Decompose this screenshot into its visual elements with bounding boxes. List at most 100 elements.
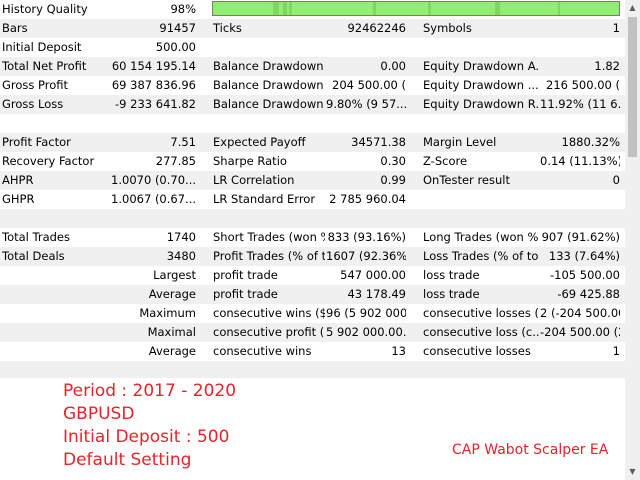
history-quality-value: 98% xyxy=(170,2,196,16)
vertical-scrollbar[interactable]: ▲ ▼ xyxy=(625,0,640,480)
max-consec-wins-label: consecutive wins ($) xyxy=(213,306,325,320)
largest-loss-label: loss trade xyxy=(423,268,480,282)
row-initial-deposit: Initial Deposit 500.00 xyxy=(0,38,625,57)
scroll-down-icon[interactable]: ▼ xyxy=(625,464,640,480)
row-bars: Bars 91457 Ticks 92462246 Symbols 1 xyxy=(0,19,625,38)
overlay-symbol: GBPUSD xyxy=(63,404,135,424)
profit-factor-value: 7.51 xyxy=(170,135,196,149)
largest-label: Largest xyxy=(153,268,196,282)
avg-consec-wins-label: consecutive wins xyxy=(213,344,312,358)
loss-trades-value: 133 (7.64%) xyxy=(548,249,620,263)
balance-dd-rel-value: 9.80% (9 57... xyxy=(326,97,406,111)
average-loss-value: -69 425.88 xyxy=(557,287,620,301)
initial-deposit-value: 500.00 xyxy=(155,40,196,54)
short-trades-value: 833 (93.16%) xyxy=(327,230,406,244)
gross-profit-value: 69 387 836.96 xyxy=(111,78,196,92)
z-score-label: Z-Score xyxy=(423,154,468,168)
quality-bar-segment xyxy=(495,2,500,15)
ticks-label: Ticks xyxy=(213,21,242,35)
row-average-consecutive: Average consecutive wins 13 consecutive … xyxy=(0,342,625,361)
max-consec-losses-value: 2 (-204 500.00) xyxy=(540,306,620,320)
equity-dd-rel-label: Equity Drawdown R... xyxy=(423,97,539,111)
average-consec-label: Average xyxy=(148,344,196,358)
row-recovery-factor: Recovery Factor 277.85 Sharpe Ratio 0.30… xyxy=(0,152,625,171)
scrollbar-thumb[interactable] xyxy=(628,17,637,157)
average-profit-value: 43 178.49 xyxy=(347,287,406,301)
equity-dd-max-label: Equity Drawdown ... xyxy=(423,78,539,92)
expected-payoff-label: Expected Payoff xyxy=(213,135,306,149)
profit-trades-value: 1607 (92.36%) xyxy=(326,249,406,263)
margin-level-value: 1880.32% xyxy=(561,135,620,149)
loss-trades-label: Loss Trades (% of to... xyxy=(423,249,539,263)
gross-loss-value: -9 233 641.82 xyxy=(115,97,196,111)
balance-dd-max-label: Balance Drawdown ... xyxy=(213,78,325,92)
balance-dd-max-value: 204 500.00 ( xyxy=(332,78,406,92)
profit-trades-label: Profit Trades (% of t... xyxy=(213,249,325,263)
row-gross-profit: Gross Profit 69 387 836.96 Balance Drawd… xyxy=(0,76,625,95)
maximal-consec-loss-label: consecutive loss (c... xyxy=(423,325,539,339)
maximal-label: Maximal xyxy=(147,325,196,339)
largest-loss-value: -105 500.00 xyxy=(550,268,620,282)
avg-consec-wins-value: 13 xyxy=(391,344,406,358)
lr-standard-error-label: LR Standard Error xyxy=(213,192,316,206)
average-loss-label: loss trade xyxy=(423,287,480,301)
lr-correlation-value: 0.99 xyxy=(380,173,406,187)
average-label: Average xyxy=(148,287,196,301)
balance-dd-abs-label: Balance Drawdown ... xyxy=(213,59,325,73)
scroll-up-icon[interactable]: ▲ xyxy=(625,0,640,16)
row-profit-factor: Profit Factor 7.51 Expected Payoff 34571… xyxy=(0,133,625,152)
row-history-quality: History Quality 98% xyxy=(0,0,625,19)
overlay-setting: Default Setting xyxy=(63,450,192,470)
report-table: History Quality 98% Bars 91457 Ticks 924… xyxy=(0,0,625,380)
row-largest: Largest profit trade 547 000.00 loss tra… xyxy=(0,266,625,285)
largest-profit-label: profit trade xyxy=(213,268,278,282)
equity-dd-abs-value: 1.82 xyxy=(594,59,620,73)
lr-correlation-label: LR Correlation xyxy=(213,173,295,187)
maximum-label: Maximum xyxy=(139,306,196,320)
overlay-note: Period : 2017 - 2020 GBPUSD Initial Depo… xyxy=(63,380,236,472)
row-maximum: Maximum consecutive wins ($) 96 (5 902 0… xyxy=(0,304,625,323)
row-ghpr: GHPR 1.0067 (0.67... LR Standard Error 2… xyxy=(0,190,625,209)
maximal-consec-profit-value: 5 902 000.00... xyxy=(326,325,406,339)
history-quality-bar xyxy=(212,1,620,16)
recovery-factor-value: 277.85 xyxy=(155,154,196,168)
ontester-result-label: OnTester result xyxy=(423,173,510,187)
overlay-period: Period : 2017 - 2020 xyxy=(63,381,237,401)
overlay-deposit: Initial Deposit : 500 xyxy=(63,427,230,447)
largest-profit-value: 547 000.00 xyxy=(340,268,406,282)
lr-standard-error-value: 2 785 960.04 xyxy=(329,192,406,206)
overlay-brand: CAP Wabot Scalper EA xyxy=(452,442,609,458)
quality-bar-segment xyxy=(273,2,279,15)
average-profit-label: profit trade xyxy=(213,287,278,301)
avg-consec-losses-value: 1 xyxy=(612,344,620,358)
quality-bar-segment xyxy=(289,2,292,15)
equity-dd-rel-value: 11.92% (11 6... xyxy=(540,97,620,111)
expected-payoff-value: 34571.38 xyxy=(351,135,406,149)
balance-dd-rel-label: Balance Drawdown ... xyxy=(213,97,325,111)
bars-value: 91457 xyxy=(159,21,196,35)
row-average: Average profit trade 43 178.49 loss trad… xyxy=(0,285,625,304)
total-trades-value: 1740 xyxy=(166,230,196,244)
maximal-consec-loss-value: -204 500.00 (2) xyxy=(540,325,620,339)
ticks-value: 92462246 xyxy=(347,21,406,35)
quality-bar-segment xyxy=(373,2,376,15)
equity-dd-abs-label: Equity Drawdown A... xyxy=(423,59,539,73)
row-spacer xyxy=(0,114,625,133)
row-ahpr: AHPR 1.0070 (0.70... LR Correlation 0.99… xyxy=(0,171,625,190)
ghpr-value: 1.0067 (0.67... xyxy=(111,192,196,206)
max-consec-losses-label: consecutive losses ($) xyxy=(423,306,539,320)
row-total-trades: Total Trades 1740 Short Trades (won %) 8… xyxy=(0,228,625,247)
margin-level-label: Margin Level xyxy=(423,135,497,149)
equity-dd-max-value: 216 500.00 ( xyxy=(546,78,620,92)
sharpe-ratio-label: Sharpe Ratio xyxy=(213,154,287,168)
max-consec-wins-value: 96 (5 902 000... xyxy=(326,306,406,320)
long-trades-value: 907 (91.62%) xyxy=(541,230,620,244)
avg-consec-losses-label: consecutive losses xyxy=(423,344,531,358)
symbols-label: Symbols xyxy=(423,21,472,35)
symbols-value: 1 xyxy=(612,21,620,35)
quality-bar-segment xyxy=(558,2,560,15)
quality-bar-segment xyxy=(283,2,287,15)
net-profit-value: 60 154 195.14 xyxy=(111,59,196,73)
quality-bar-segment xyxy=(428,2,431,15)
sharpe-ratio-value: 0.30 xyxy=(380,154,406,168)
